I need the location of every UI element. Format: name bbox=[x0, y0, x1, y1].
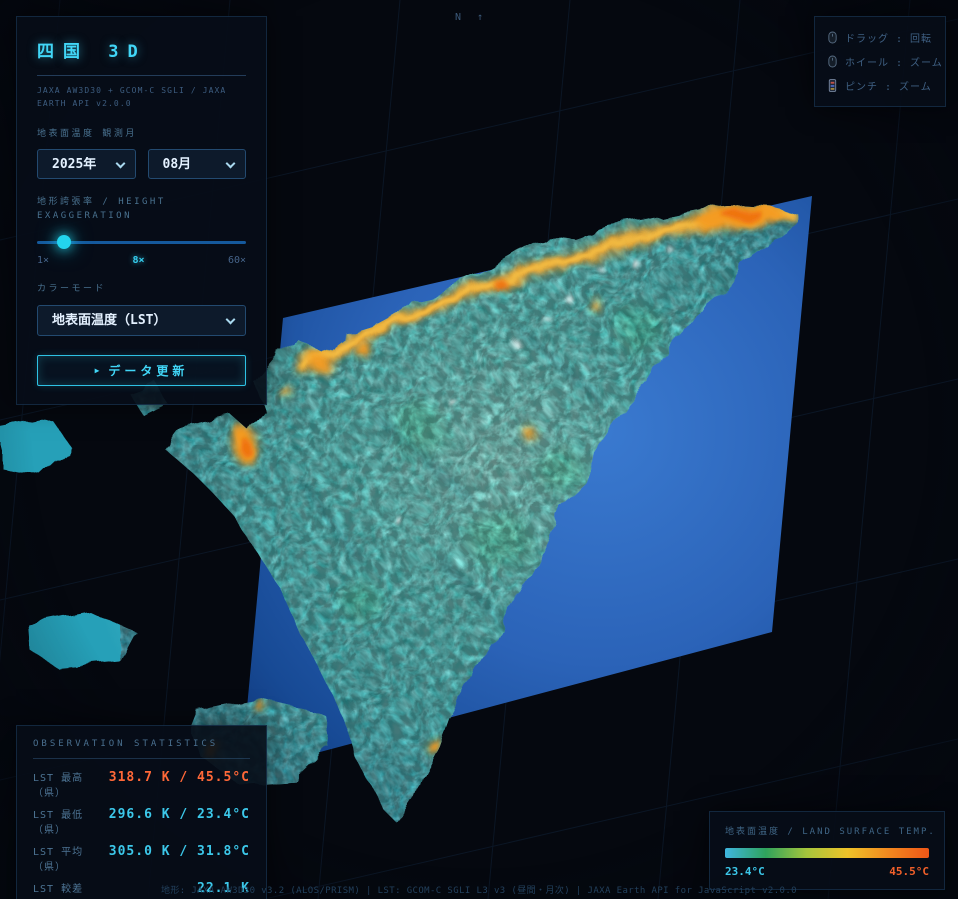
slider-scale: 1× 8× 60× bbox=[37, 255, 246, 266]
control-panel: 四国 3D JAXA AW3D30 + GCOM-C SGLI / JAXA E… bbox=[16, 16, 267, 405]
stat-row-lst-max: LST 最高（県） 318.7 K / 45.5°C bbox=[33, 769, 250, 799]
hint-pinch-zoom: ピンチ : ズーム bbox=[827, 78, 933, 93]
divider bbox=[33, 758, 250, 759]
year-select-input[interactable]: 2025年 bbox=[38, 150, 135, 178]
height-exaggeration-label: 地形誇張率 / HEIGHT EXAGGERATION bbox=[37, 196, 246, 223]
exaggeration-slider[interactable] bbox=[37, 235, 246, 249]
temperature-legend-panel: 地表面温度 / LAND SURFACE TEMP. 23.4°C 45.5°C bbox=[709, 811, 945, 890]
hint-wheel-zoom: ホイール : ズーム bbox=[827, 54, 933, 69]
mouse-icon bbox=[827, 31, 838, 44]
legend-max-temp: 45.5°C bbox=[889, 865, 929, 878]
color-mode-select[interactable]: 地表面温度（LST） bbox=[37, 305, 246, 336]
slider-max-label: 60× bbox=[228, 255, 246, 266]
update-data-button[interactable]: ▶ データ更新 bbox=[37, 355, 246, 386]
year-select[interactable]: 2025年 bbox=[37, 149, 136, 179]
stat-row-lst-mean: LST 平均（県） 305.0 K / 31.8°C bbox=[33, 843, 250, 873]
app-subtitle: JAXA AW3D30 + GCOM-C SGLI / JAXA EARTH A… bbox=[37, 85, 246, 111]
phone-icon bbox=[827, 79, 838, 92]
data-credits: 地形: JAXA AW3D30 v3.2 (ALOS/PRISM) | LST:… bbox=[0, 883, 958, 896]
divider bbox=[37, 75, 246, 76]
date-select-row: 2025年 08月 bbox=[37, 149, 246, 179]
temperature-gradient-bar bbox=[725, 848, 929, 858]
hint-drag-rotate: ドラッグ : 回転 bbox=[827, 30, 933, 45]
compass: N ↑ bbox=[455, 12, 484, 23]
statistics-panel: OBSERVATION STATISTICS LST 最高（県） 318.7 K… bbox=[16, 725, 267, 899]
color-mode-label: カラーモード bbox=[37, 283, 246, 297]
interaction-hints-panel: ドラッグ : 回転 ホイール : ズーム ピンチ : ズーム bbox=[814, 16, 946, 107]
stat-row-lst-min: LST 最低（県） 296.6 K / 23.4°C bbox=[33, 806, 250, 836]
statistics-title: OBSERVATION STATISTICS bbox=[33, 739, 250, 749]
update-button-label: データ更新 bbox=[108, 362, 188, 379]
month-select-input[interactable]: 08月 bbox=[149, 150, 246, 178]
slider-min-label: 1× bbox=[37, 255, 49, 266]
north-arrow-icon: ↑ bbox=[477, 12, 484, 23]
mouse-icon bbox=[827, 55, 838, 68]
play-icon: ▶ bbox=[95, 366, 100, 375]
app-title: 四国 3D bbox=[37, 37, 246, 62]
month-select[interactable]: 08月 bbox=[148, 149, 247, 179]
observation-month-label: 地表面温度 観測月 bbox=[37, 128, 246, 142]
color-mode-select-input[interactable]: 地表面温度（LST） bbox=[38, 306, 245, 335]
legend-min-temp: 23.4°C bbox=[725, 865, 765, 878]
legend-labels: 23.4°C 45.5°C bbox=[725, 865, 929, 878]
slider-handle[interactable] bbox=[57, 235, 71, 249]
slider-current-label: 8× bbox=[132, 255, 144, 266]
legend-title: 地表面温度 / LAND SURFACE TEMP. bbox=[725, 824, 929, 837]
compass-north-label: N bbox=[455, 12, 462, 23]
